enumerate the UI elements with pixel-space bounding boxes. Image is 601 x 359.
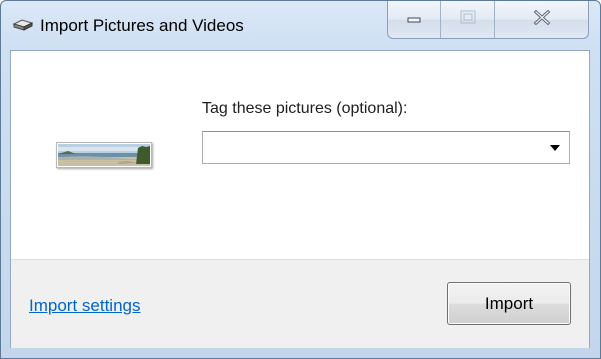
- panorama-beach-thumbnail: [56, 142, 152, 168]
- close-button[interactable]: [495, 1, 588, 38]
- import-settings-link[interactable]: Import settings: [29, 296, 141, 316]
- import-window: Import Pictures and Videos Tag these pic…: [0, 0, 601, 359]
- dropdown-arrow-icon[interactable]: [550, 145, 560, 151]
- command-area: Import settings Import: [11, 259, 589, 348]
- window-title: Import Pictures and Videos: [40, 16, 244, 35]
- maximize-icon: [460, 10, 476, 29]
- dialog-content: Tag these pictures (optional): Import se…: [10, 50, 590, 348]
- tag-label: Tag these pictures (optional):: [202, 100, 408, 117]
- close-icon: [533, 9, 551, 30]
- camera-device-icon: [12, 17, 34, 33]
- import-button[interactable]: Import: [447, 282, 571, 325]
- minimize-button[interactable]: [388, 1, 441, 38]
- tag-combobox[interactable]: [202, 131, 570, 164]
- maximize-button[interactable]: [441, 1, 495, 38]
- minimize-icon: [407, 11, 421, 29]
- caption-buttons: [387, 1, 589, 39]
